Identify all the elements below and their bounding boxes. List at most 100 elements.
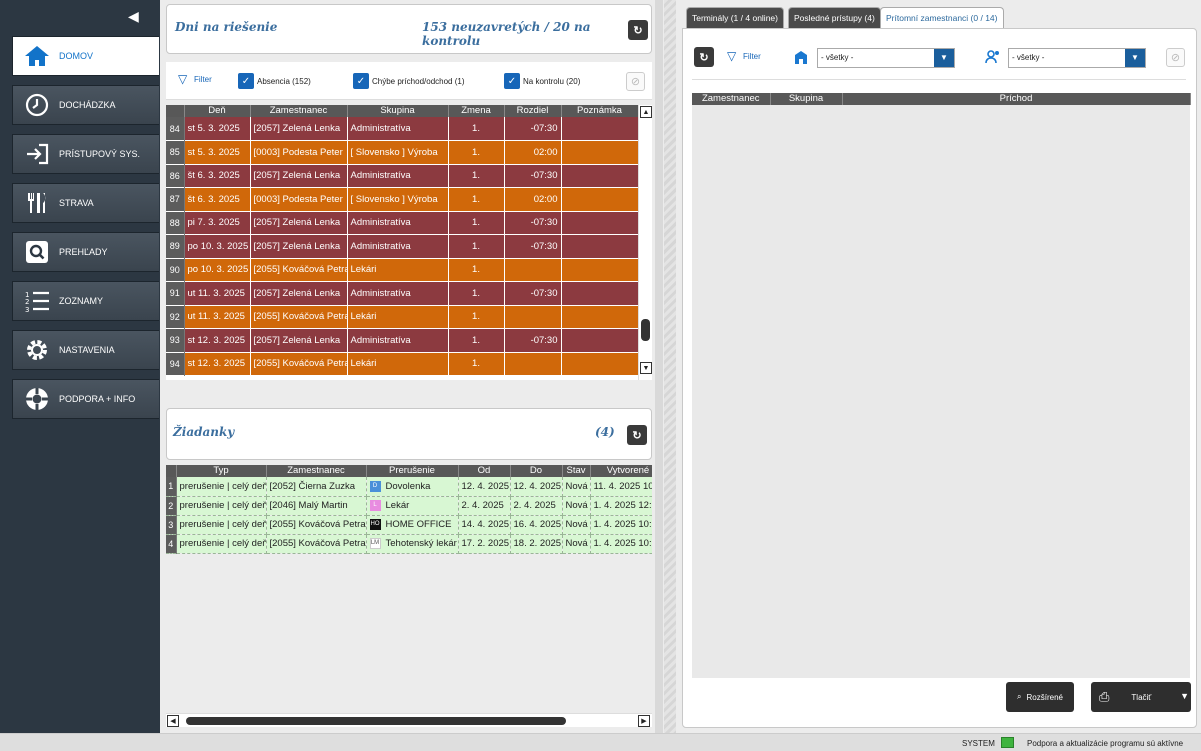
requests-column-header[interactable]: Vytvorené [590, 465, 652, 477]
present-column-header[interactable]: Príchod [842, 93, 1191, 105]
table-row[interactable]: 85st 5. 3. 2025 [0003] Podesta Peter[ Slo… [166, 140, 639, 165]
pane-splitter[interactable] [664, 0, 676, 733]
mid-splitter[interactable] [655, 0, 663, 733]
collapse-sidebar-icon[interactable]: ◀ [128, 8, 144, 24]
sidebar-item-dochádzka[interactable]: DOCHÁDZKA [12, 85, 159, 125]
days-column-header[interactable]: Zmena [448, 105, 505, 117]
requests-column-header[interactable]: Zamestnanec [266, 465, 367, 477]
clear-filter-button[interactable]: ⊘ [1166, 48, 1185, 67]
employee-select[interactable]: - všetky - ▼ [1008, 48, 1146, 68]
tab-present-employees[interactable]: Prítomní zamestnanci (0 / 14) [880, 7, 1004, 29]
group-select[interactable]: - všetky - ▼ [817, 48, 955, 68]
tab-last-access[interactable]: Posledné prístupy (4) [788, 7, 881, 28]
table-row[interactable]: 89 po 10. 3. 2025 [2057] Zelená Lenka Admin… [166, 234, 639, 259]
table-row[interactable]: 88 pi 7. 3. 2025 [2057] Zelená Lenka Admini… [166, 211, 639, 235]
login-arrow-icon [23, 140, 51, 168]
chevron-down-icon[interactable]: ▼ [1125, 49, 1145, 67]
table-row[interactable]: 2 prerušenie | celý deň [2046] Malý Martin… [166, 496, 652, 516]
cell-note [561, 234, 639, 259]
sidebar-item-nastavenia[interactable]: NASTAVENIA [12, 330, 159, 370]
present-table: Zamestnanec Skupina Príchod [692, 93, 1191, 678]
sidebar-item-prístupový-sys-[interactable]: PRÍSTUPOVÝ SYS. [12, 134, 159, 174]
horizontal-scrollbar[interactable]: ◀ ▶ [166, 713, 652, 727]
scroll-left-icon[interactable]: ◀ [167, 715, 179, 727]
table-row[interactable]: 90 po 10. 3. 2025 [2055] Kováčová Petra Lek… [166, 258, 639, 282]
table-row[interactable]: 4 prerušenie | celý deň [2055] Kováčová Pe… [166, 534, 652, 554]
table-row[interactable]: 87 št 6. 3. 2025 [0003] Podesta Peter[ Slo… [166, 187, 639, 212]
filter-divider [692, 79, 1186, 80]
days-column-header[interactable]: Deň [184, 105, 251, 117]
scroll-up-icon[interactable]: ▲ [640, 106, 652, 118]
cell-n: 91 [166, 281, 185, 306]
tab-terminals[interactable]: Terminály (1 / 4 online) [686, 7, 784, 28]
cell-grp: Lekári [347, 258, 449, 282]
sidebar-item-zoznamy[interactable]: 1 2 3 ZOZNAMY [12, 281, 159, 321]
days-column-header[interactable]: Poznámka [561, 105, 639, 117]
present-refresh-button[interactable]: ↻ [694, 47, 714, 67]
search-icon: ⌕ [1017, 692, 1022, 701]
requests-column-header[interactable]: Typ [176, 465, 267, 477]
sidebar-item-domov[interactable]: DOMOV [12, 36, 159, 76]
requests-column-header[interactable]: Stav [562, 465, 591, 477]
days-vertical-scrollbar[interactable]: ▲ ▼ [638, 105, 652, 380]
table-row[interactable]: 86 št 6. 3. 2025 [2057] Zelená Lenka Admini… [166, 164, 639, 188]
present-panel: ↻ ▽ Filter - všetky - ▼ - všetky - ▼ ⊘ Zam… [682, 28, 1197, 728]
checkbox-checked-icon[interactable]: ✓ [353, 73, 369, 89]
scroll-down-icon[interactable]: ▼ [640, 362, 652, 374]
days-column-header[interactable]: Rozdiel [504, 105, 562, 117]
scroll-right-icon[interactable]: ▶ [638, 715, 650, 727]
check-na-kontrolu[interactable]: ✓ Na kontrolu (20) [504, 73, 580, 89]
table-row[interactable]: 92 ut 11. 3. 2025 [2055] Kováčová Petra Lek… [166, 305, 639, 329]
check-chyba-prichod[interactable]: ✓ Chýbe príchod/odchod (1) [353, 73, 465, 89]
days-column-header[interactable]: Skupina [347, 105, 449, 117]
checkbox-checked-icon[interactable]: ✓ [238, 73, 254, 89]
cell-day: pi 7. 3. 2025 [184, 211, 251, 235]
clear-filter-button[interactable]: ⊘ [626, 72, 645, 91]
advanced-button[interactable]: ⌕ Rozšírené [1006, 682, 1074, 712]
days-filter-label[interactable]: Filter [194, 75, 212, 84]
requests-column-header[interactable]: Do [510, 465, 563, 477]
filter-icon[interactable]: ▽ [727, 49, 736, 63]
checkbox-checked-icon[interactable]: ✓ [504, 73, 520, 89]
table-row[interactable]: 91 ut 11. 3. 2025 [2057] Zelená Lenka Admin… [166, 281, 639, 306]
lifebuoy-icon [23, 385, 51, 413]
cell-shift: 1. [448, 140, 505, 165]
cell-n: 92 [166, 305, 185, 329]
sidebar-item-strava[interactable]: STRAVA [12, 183, 159, 223]
present-column-header[interactable]: Skupina [770, 93, 843, 105]
table-row[interactable]: 1 prerušenie | celý deň [2052] Čierna Zuzk… [166, 477, 652, 497]
days-refresh-button[interactable]: ↻ [628, 20, 648, 40]
cell-note [561, 281, 639, 306]
search-icon [23, 238, 51, 266]
sidebar-item-label: PODPORA + INFO [59, 394, 136, 404]
cell-day: st 5. 3. 2025 [184, 140, 251, 165]
check-absencia[interactable]: ✓ Absencia (152) [238, 73, 311, 89]
sidebar-item-label: PRÍSTUPOVÝ SYS. [59, 149, 141, 159]
present-filter-label[interactable]: Filter [743, 52, 761, 61]
filter-icon[interactable]: ▽ [178, 72, 187, 86]
chevron-down-icon[interactable]: ▼ [1180, 691, 1189, 701]
cell-shift: 1. [448, 117, 505, 141]
table-row[interactable]: 84st 5. 3. 2025 [2057] Zelená Lenka Admini… [166, 117, 639, 141]
requests-refresh-button[interactable]: ↻ [627, 425, 647, 445]
days-scroll-thumb[interactable] [641, 319, 650, 341]
present-column-header[interactable]: Zamestnanec [692, 93, 771, 105]
requests-column-header[interactable]: Od [458, 465, 511, 477]
requests-column-header[interactable]: Prerušenie [366, 465, 459, 477]
cell-note [561, 187, 639, 212]
cell-shift: 1. [448, 328, 505, 353]
table-row[interactable]: 93st 12. 3. 2025 [2057] Zelená Lenka Admin… [166, 328, 639, 353]
table-row[interactable]: 94st 12. 3. 2025 [2055] Kováčová Petra Lek… [166, 352, 639, 376]
chevron-down-icon[interactable]: ▼ [934, 49, 954, 67]
days-column-header[interactable]: Zamestnanec [250, 105, 348, 117]
cell-diff: -07:30 [504, 234, 562, 259]
cell-emp: [2055] Kováčová Petra [250, 305, 348, 329]
print-button[interactable]: ⎙ Tlačiť ▼ [1091, 682, 1191, 712]
cell-diff [504, 305, 562, 329]
table-row[interactable]: 3 prerušenie | celý deň [2055] Kováčová Pe… [166, 515, 652, 535]
horizontal-scroll-thumb[interactable] [186, 717, 566, 725]
sidebar-item-prehľady[interactable]: PREHĽADY [12, 232, 159, 272]
cell-note [561, 258, 639, 282]
sidebar-item-podpora-info[interactable]: PODPORA + INFO [12, 379, 159, 419]
cell-shift: 1. [448, 258, 505, 282]
